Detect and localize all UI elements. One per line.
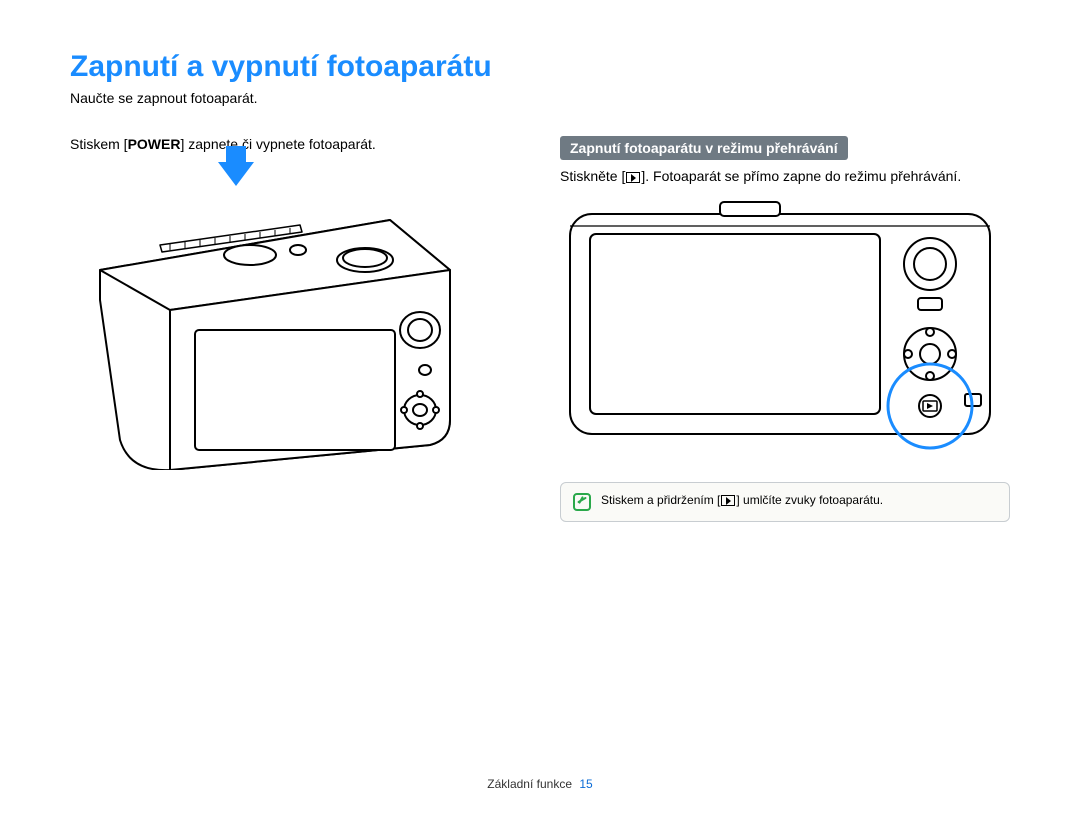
right-column: Zapnutí fotoaparátu v režimu přehrávání … — [560, 136, 1010, 522]
page-subtitle: Naučte se zapnout fotoaparát. — [70, 90, 1010, 106]
note-post: ] umlčíte zvuky fotoaparátu. — [736, 493, 883, 507]
playback-icon — [626, 172, 640, 183]
power-strong: POWER — [128, 136, 181, 152]
two-column-layout: Stiskem [POWER] zapnete či vypnete fotoa… — [70, 136, 1010, 522]
playback-icon — [721, 495, 735, 506]
power-pre: Stiskem [ — [70, 136, 128, 152]
page-title: Zapnutí a vypnutí fotoaparátu — [70, 50, 1010, 84]
note-text: Stiskem a přidržením [ ] umlčíte zvuky fo… — [601, 493, 883, 507]
page-footer: Základní funkce 15 — [0, 777, 1080, 791]
page-number: 15 — [579, 777, 592, 791]
left-column: Stiskem [POWER] zapnete či vypnete fotoa… — [70, 136, 520, 522]
press-post: ]. Fotoaparát se přímo zapne do režimu p… — [641, 168, 961, 184]
note-pre: Stiskem a přidržením [ — [601, 493, 720, 507]
power-post: ] zapnete či vypnete fotoaparát. — [180, 136, 375, 152]
playback-instruction: Stiskněte [ ]. Fotoaparát se přímo zapne … — [560, 168, 1010, 184]
down-arrow-icon — [218, 162, 254, 186]
footer-label: Základní funkce — [487, 777, 572, 791]
note-icon — [573, 493, 591, 511]
power-instruction: Stiskem [POWER] zapnete či vypnete fotoa… — [70, 136, 520, 152]
camera-perspective-illustration — [70, 190, 480, 470]
note-box: Stiskem a přidržením [ ] umlčíte zvuky fo… — [560, 482, 1010, 522]
camera-rear-illustration — [560, 194, 1000, 454]
playback-section-header: Zapnutí fotoaparátu v režimu přehrávání — [560, 136, 848, 160]
press-pre: Stiskněte [ — [560, 168, 625, 184]
page-container: Zapnutí a vypnutí fotoaparátu Naučte se … — [0, 0, 1080, 815]
